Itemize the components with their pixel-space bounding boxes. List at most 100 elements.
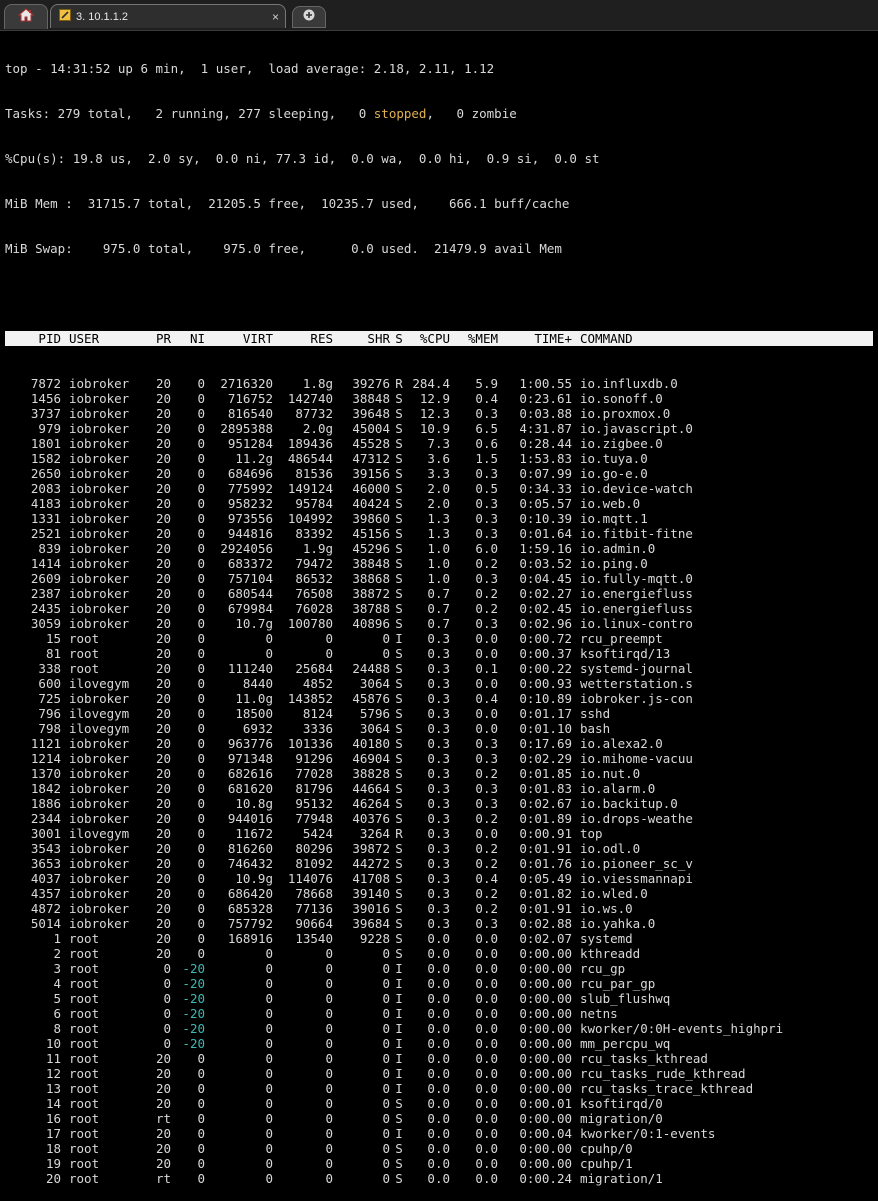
cell-res: 95132 (295, 796, 333, 811)
cell-pid: 2387 (30, 586, 61, 601)
cell-mem: 0.0 (475, 1066, 498, 1081)
cell-state: S (395, 796, 403, 811)
swap-line: MiB Swap: 975.0 total, 975.0 free, 0.0 u… (5, 241, 562, 256)
cell-state: S (395, 1141, 403, 1156)
cell-ni: 0 (197, 406, 205, 421)
cell-time: 0:00.01 (519, 1096, 572, 1111)
table-row: 2435 iobroker 20 0 679984 76028 38788 S 0.7 0.2 0:… (5, 601, 878, 616)
cell-shr: 40424 (352, 496, 390, 511)
cell-user: root (69, 646, 100, 661)
cell-ni: 0 (197, 886, 205, 901)
cell-pid: 19 (45, 1156, 61, 1171)
cell-virt: 680544 (227, 586, 273, 601)
cell-state: S (395, 451, 403, 466)
table-row: 2083 iobroker 20 0 775992 149124 46000 S 2.0 0.5 0… (5, 481, 878, 496)
cell-command: io.device-watch (580, 481, 693, 496)
table-row: 11 root 20 0 0 0 0 I 0.0 0.0 0:00.00 rcu_tasks_kthr… (5, 1051, 878, 1066)
table-row: 16 root rt 0 0 0 0 S 0.0 0.0 0:00.00 migration/0 (5, 1111, 878, 1126)
cell-time: 0:00.72 (519, 631, 572, 646)
cell-shr: 0 (382, 1156, 390, 1171)
cell-cpu: 0.0 (427, 1036, 450, 1051)
cell-mem: 0.2 (475, 601, 498, 616)
cell-pid: 81 (45, 646, 61, 661)
table-row: 8 root 0 -20 0 0 0 I 0.0 0.0 0:00.00 kworker/0:0H-e… (5, 1021, 878, 1036)
session-tab-icon (59, 8, 71, 26)
cell-pid: 1801 (30, 436, 61, 451)
cell-virt: 816260 (227, 841, 273, 856)
table-row: 4037 iobroker 20 0 10.9g 114076 41708 S 0.3 0.4 0:… (5, 871, 878, 886)
cell-cpu: 0.7 (427, 586, 450, 601)
cell-shr: 3064 (359, 721, 390, 736)
cell-state: S (395, 691, 403, 706)
cell-ni: 0 (197, 646, 205, 661)
cell-time: 0:00.00 (519, 976, 572, 991)
cell-ni: -20 (182, 961, 205, 976)
cell-user: ilovegym (69, 706, 130, 721)
cell-mem: 0.4 (475, 391, 498, 406)
header-virt: VIRT (242, 331, 273, 346)
cell-pid: 3001 (30, 826, 61, 841)
cell-virt: 10.9g (235, 871, 273, 886)
cell-command: io.fully-mqtt.0 (580, 571, 693, 586)
cell-shr: 40180 (352, 736, 390, 751)
cell-state: S (395, 736, 403, 751)
terminal-output[interactable]: top - 14:31:52 up 6 min, 1 user, load av… (5, 31, 878, 1201)
cell-pr: 20 (155, 541, 171, 556)
cell-mem: 0.3 (475, 796, 498, 811)
cell-mem: 0.3 (475, 496, 498, 511)
cell-pid: 4183 (30, 496, 61, 511)
cell-state: I (395, 961, 403, 976)
table-row: 1414 iobroker 20 0 683372 79472 38848 S 1.0 0.2 0:… (5, 556, 878, 571)
cell-virt: 0 (265, 1036, 273, 1051)
cell-user: iobroker (69, 901, 130, 916)
cell-state: S (395, 766, 403, 781)
cell-time: 0:02.45 (519, 601, 572, 616)
new-tab-button[interactable] (292, 6, 326, 28)
cell-time: 0:01.82 (519, 886, 572, 901)
cell-time: 0:02.27 (519, 586, 572, 601)
close-icon[interactable]: × (272, 10, 279, 24)
cell-mem: 0.2 (475, 886, 498, 901)
cell-pid: 1 (53, 931, 61, 946)
cell-virt: 0 (265, 1066, 273, 1081)
header-s: S (395, 331, 403, 346)
cell-command: kworker/0:1-events (580, 1126, 716, 1141)
cell-pr: 20 (155, 826, 171, 841)
cell-cpu: 0.0 (427, 931, 450, 946)
cell-cpu: 0.3 (427, 751, 450, 766)
cell-ni: 0 (197, 826, 205, 841)
cell-command: io.energiefluss (580, 586, 693, 601)
cell-res: 8124 (302, 706, 333, 721)
cell-pid: 1331 (30, 511, 61, 526)
cell-cpu: 1.0 (427, 541, 450, 556)
cell-ni: 0 (197, 466, 205, 481)
cell-res: 104992 (287, 511, 333, 526)
cell-ni: 0 (197, 496, 205, 511)
cell-res: 0 (325, 1006, 333, 1021)
cell-cpu: 0.0 (427, 1096, 450, 1111)
table-row: 2650 iobroker 20 0 684696 81536 39156 S 3.3 0.3 0:… (5, 466, 878, 481)
cell-shr: 45528 (352, 436, 390, 451)
cell-ni: 0 (197, 436, 205, 451)
cell-pr: 20 (155, 916, 171, 931)
cell-virt: 716752 (227, 391, 273, 406)
cell-time: 4:31.87 (519, 421, 572, 436)
cell-mem: 0.0 (475, 1021, 498, 1036)
table-row: 10 root 0 -20 0 0 0 I 0.0 0.0 0:00.00 mm_percpu_wq (5, 1036, 878, 1051)
cell-pr: 20 (155, 706, 171, 721)
cell-pr: 20 (155, 496, 171, 511)
cell-shr: 39648 (352, 406, 390, 421)
cell-ni: 0 (197, 721, 205, 736)
session-tab[interactable]: 3. 10.1.1.2 × (50, 4, 286, 28)
cell-res: 4852 (302, 676, 333, 691)
home-tab[interactable] (4, 4, 48, 29)
cell-cpu: 0.3 (427, 841, 450, 856)
cell-res: 149124 (287, 481, 333, 496)
cell-mem: 0.0 (475, 1036, 498, 1051)
cell-mem: 0.0 (475, 1081, 498, 1096)
mem-line: MiB Mem : 31715.7 total, 21205.5 free, 1… (5, 196, 570, 211)
cell-res: 25684 (295, 661, 333, 676)
home-icon (17, 7, 35, 27)
cell-pr: 20 (155, 466, 171, 481)
table-row: 796 ilovegym 20 0 18500 8124 5796 S 0.3 0.0 0:01.1… (5, 706, 878, 721)
